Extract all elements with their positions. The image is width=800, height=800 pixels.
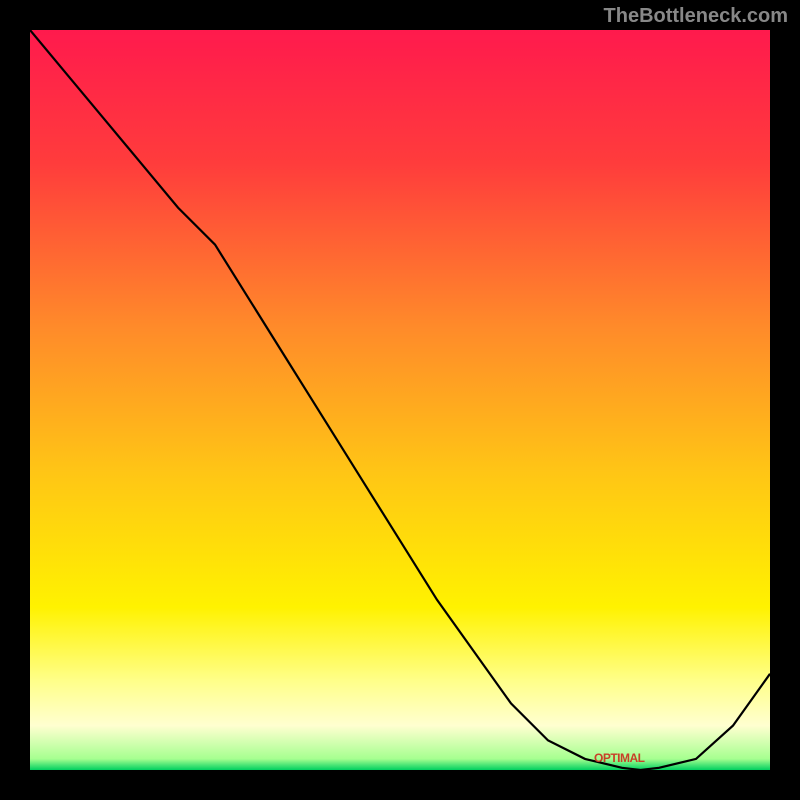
plot-area: OPTIMAL [30,30,770,770]
optimal-label: OPTIMAL [594,751,645,765]
curve-line [30,30,770,770]
chart-container: TheBottleneck.com OPTIMAL [0,0,800,800]
watermark-text: TheBottleneck.com [604,5,788,28]
